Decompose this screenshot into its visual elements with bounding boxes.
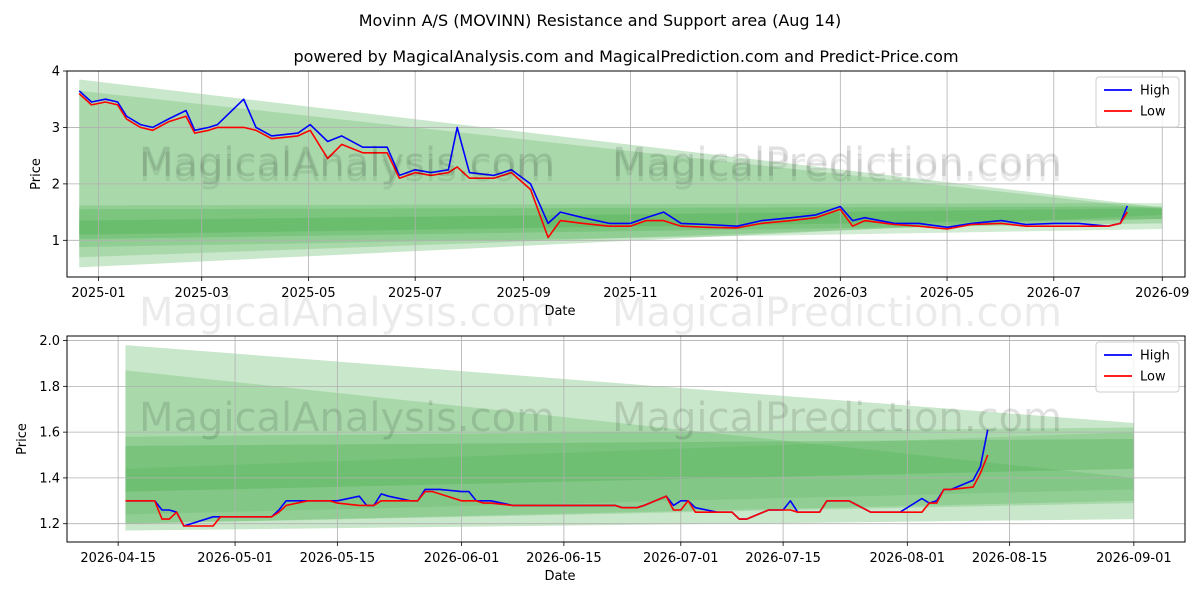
watermark-text: MagicalAnalysis.com — [139, 395, 555, 441]
legend-label: Low — [1140, 105, 1166, 120]
x-tick-label: 2026-09-01 — [1096, 551, 1172, 566]
x-tick-label: 2026-09 — [1135, 286, 1189, 301]
watermark-text: MagicalPrediction.com — [612, 290, 1062, 336]
x-axis-label: Date — [544, 569, 575, 584]
watermark-text: MagicalPrediction.com — [612, 395, 1062, 441]
legend-label: Low — [1140, 370, 1166, 385]
y-tick-label: 2 — [52, 177, 60, 192]
x-tick-label: 2026-05-01 — [197, 551, 273, 566]
y-tick-label: 1.8 — [39, 380, 60, 395]
x-tick-label: 2026-07-01 — [643, 551, 719, 566]
y-tick-label: 1.4 — [39, 471, 60, 486]
y-tick-label: 1.6 — [39, 426, 60, 441]
legend-label: High — [1140, 84, 1170, 99]
y-tick-label: 2.0 — [39, 334, 60, 349]
chart-title: Movinn A/S (MOVINN) Resistance and Suppo… — [359, 11, 842, 30]
x-tick-label: 2026-04-15 — [80, 551, 156, 566]
x-tick-label: 2026-08-01 — [870, 551, 946, 566]
top-panel: 2025-01 2025-03 2025-05 2025-07 2025-09 2025-… — [29, 65, 1189, 336]
x-tick-label: 2026-08-15 — [972, 551, 1048, 566]
y-axis-label: Price — [29, 158, 44, 190]
y-tick-label: 1 — [52, 234, 60, 249]
x-tick-label: 2026-06-15 — [526, 551, 602, 566]
x-tick-label: 2026-05-15 — [300, 551, 376, 566]
x-tick-label: 2026-07-15 — [745, 551, 821, 566]
x-tick-label: 2025-01 — [71, 286, 125, 301]
x-axis-label: Date — [544, 304, 575, 319]
y-tick-label: 1.2 — [39, 517, 60, 532]
y-axis-label: Price — [15, 423, 30, 455]
y-tick-label: 4 — [52, 65, 60, 80]
chart-subtitle: powered by MagicalAnalysis.com and Magic… — [293, 47, 958, 66]
chart-figure: Movinn A/S (MOVINN) Resistance and Suppo… — [15, 11, 1189, 584]
x-tick-label: 2026-06-01 — [424, 551, 500, 566]
watermark-text: MagicalPrediction.com — [612, 145, 1062, 191]
watermark-text: MagicalAnalysis.com — [139, 145, 555, 191]
watermark-text: MagicalAnalysis.com — [139, 290, 555, 336]
y-tick-label: 3 — [52, 121, 60, 136]
legend-label: High — [1140, 349, 1170, 364]
